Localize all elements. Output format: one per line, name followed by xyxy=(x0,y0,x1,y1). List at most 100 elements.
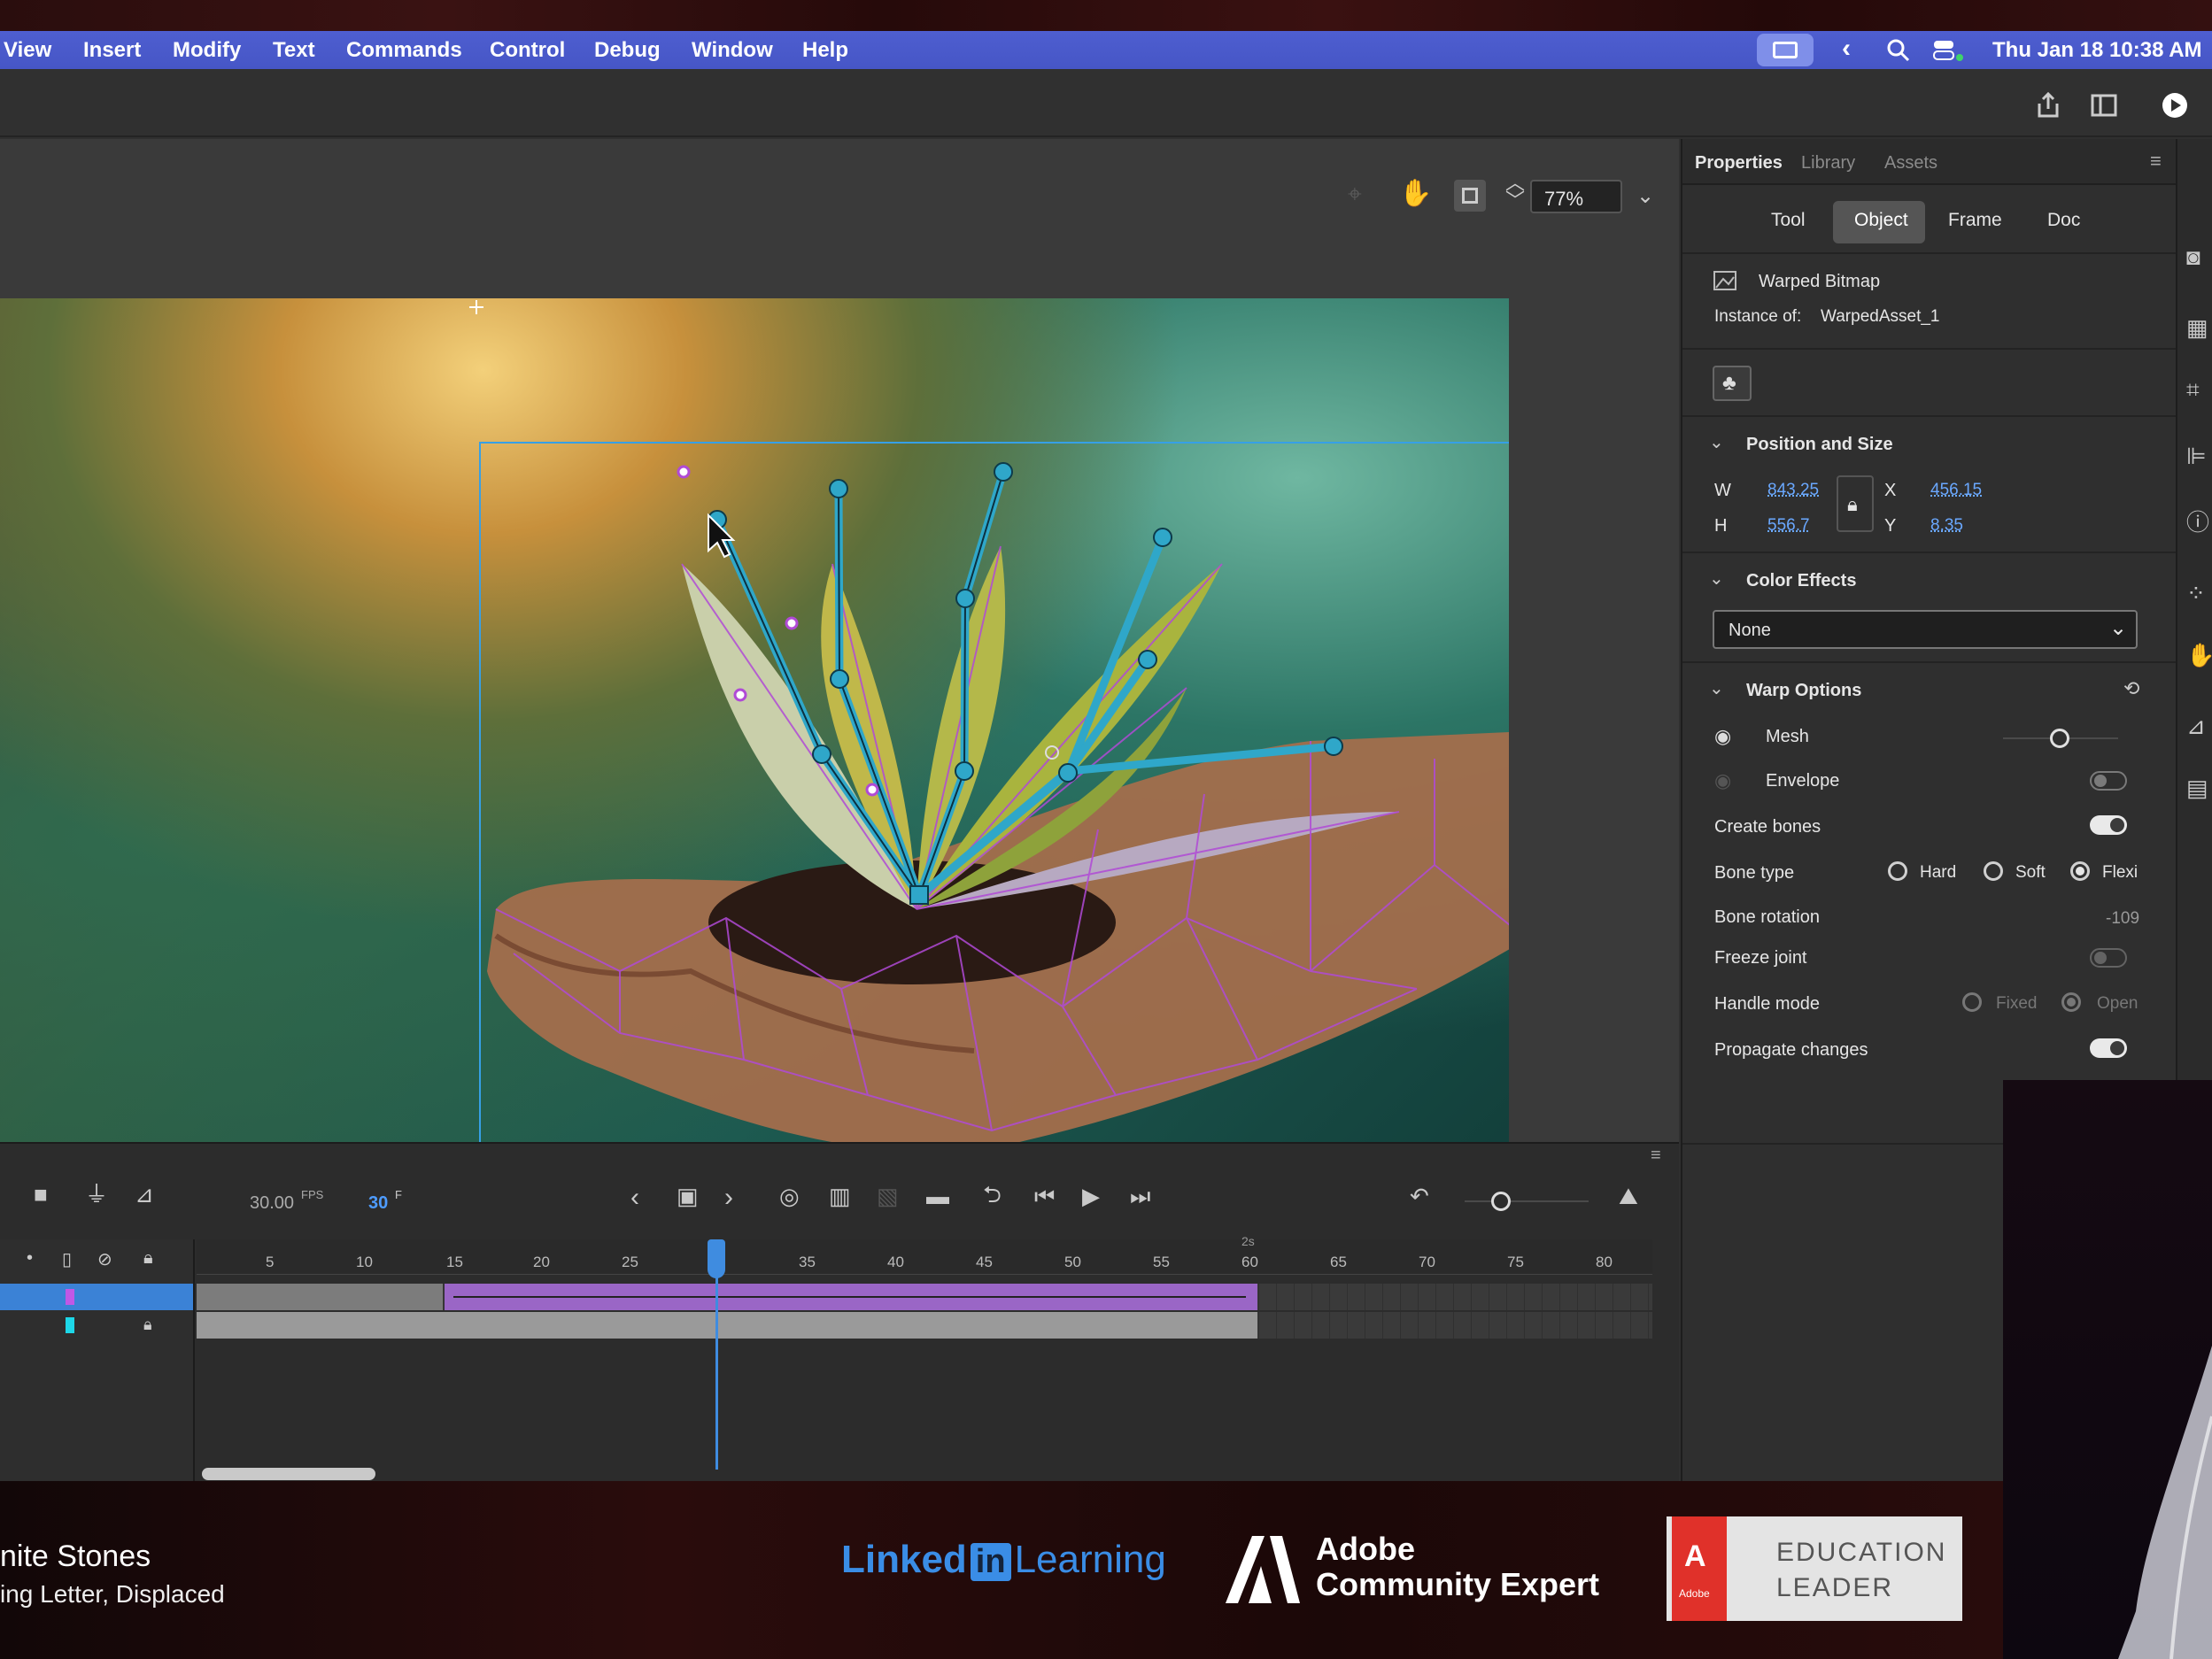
edit-multiple-icon[interactable]: ▥ xyxy=(829,1184,851,1208)
menu-modify[interactable]: Modify xyxy=(173,38,241,63)
step-forward-icon[interactable]: ⏭ xyxy=(1130,1184,1150,1208)
chevron-down-icon[interactable]: ⌄ xyxy=(1709,567,1724,590)
menu-insert[interactable]: Insert xyxy=(83,38,141,63)
tab-assets[interactable]: Assets xyxy=(1884,153,1937,174)
align-icon[interactable]: ⊫ xyxy=(2186,444,2207,467)
handle-mode-open-radio[interactable] xyxy=(2061,992,2081,1012)
subtab-frame[interactable]: Frame xyxy=(1948,210,2002,231)
ruler-20: 20 xyxy=(533,1254,550,1270)
zoom-dropdown-chevron-icon[interactable]: ⌄ xyxy=(1636,183,1654,209)
menu-control[interactable]: Control xyxy=(490,38,565,63)
insert-keyframe-icon[interactable]: ▣ xyxy=(677,1184,699,1208)
camera-icon[interactable]: ■ xyxy=(34,1183,48,1206)
publish-icon[interactable] xyxy=(2034,91,2062,120)
loop-icon[interactable]: ⮌ xyxy=(983,1183,1002,1206)
stage-area: ⌖ ✋ ︿ ﹀ 77% ⌄ xyxy=(0,139,1679,1210)
lock-icon[interactable]: 🔒︎ xyxy=(143,1316,152,1334)
graph-icon[interactable]: ⊿ xyxy=(135,1183,154,1206)
layer-row-active[interactable] xyxy=(0,1284,193,1310)
handle-mode-fixed-radio[interactable] xyxy=(1962,992,1982,1012)
layer-parenting-icon[interactable]: ⏚ xyxy=(85,1183,108,1206)
menu-debug[interactable]: Debug xyxy=(594,38,661,63)
propagate-toggle[interactable] xyxy=(2090,1038,2127,1058)
library-icon[interactable]: ▦ xyxy=(2186,316,2208,339)
layer-row[interactable]: 🔒︎ xyxy=(0,1312,193,1339)
tab-properties[interactable]: Properties xyxy=(1695,153,1783,174)
prev-keyframe-icon[interactable]: ‹ xyxy=(630,1184,639,1211)
motion-icon[interactable]: ⁘ xyxy=(2186,582,2206,605)
fps-value[interactable]: 30.00 xyxy=(250,1193,294,1214)
next-keyframe-icon[interactable]: › xyxy=(724,1184,733,1211)
w-value[interactable]: 843.25 xyxy=(1767,481,1819,500)
menu-help[interactable]: Help xyxy=(802,38,848,63)
chevron-left-icon[interactable]: ‹ xyxy=(1842,34,1851,64)
zoom-stepper-icon[interactable]: ︿ ﹀ xyxy=(1505,174,1525,211)
reset-icon[interactable]: ⟲ xyxy=(2123,677,2139,700)
warped-bitmap-artwork[interactable] xyxy=(0,298,1509,1197)
timeline-menu-icon[interactable]: ≡ xyxy=(1651,1146,1661,1166)
bone-type-hard-radio[interactable] xyxy=(1888,861,1907,881)
undo-icon[interactable]: ↶ xyxy=(1410,1184,1429,1208)
menu-commands[interactable]: Commands xyxy=(346,38,462,63)
zoom-input[interactable]: 77% xyxy=(1530,180,1622,213)
fit-icon[interactable]: ⛰ xyxy=(1619,1184,1638,1208)
playhead[interactable] xyxy=(708,1239,725,1470)
transform-icon[interactable]: ⌗ xyxy=(2186,378,2200,401)
hand-tool-icon[interactable]: ✋ xyxy=(1399,178,1432,209)
eye-hidden-icon[interactable]: ◉ xyxy=(1714,769,1731,792)
camera-icon[interactable]: ◙ xyxy=(2186,245,2200,268)
tween-span[interactable] xyxy=(445,1284,1257,1310)
bone-type-flexi-radio[interactable] xyxy=(2070,861,2090,881)
outline-icon[interactable]: ▯ xyxy=(62,1248,72,1270)
onion-skin-icon[interactable]: ◎ xyxy=(779,1184,800,1208)
x-value[interactable]: 456.15 xyxy=(1930,481,1982,500)
screen-share-icon[interactable] xyxy=(1757,34,1814,66)
graph-icon[interactable]: ⊿ xyxy=(2186,714,2206,737)
clip-canvas-icon[interactable] xyxy=(1454,180,1486,212)
create-bones-toggle[interactable] xyxy=(2090,815,2127,835)
subtab-tool[interactable]: Tool xyxy=(1771,210,1806,231)
components-icon[interactable]: ▤ xyxy=(2186,776,2208,799)
menu-view[interactable]: View xyxy=(4,38,51,63)
paste-icon[interactable]: ▧ xyxy=(877,1184,899,1208)
step-back-icon[interactable]: ⏮ xyxy=(1034,1184,1055,1208)
freeze-joint-toggle[interactable] xyxy=(2090,948,2127,968)
mesh-slider-handle[interactable] xyxy=(2050,729,2069,748)
y-value[interactable]: 8.35 xyxy=(1930,516,1963,536)
bone-rotation-value[interactable]: -109 xyxy=(2106,909,2139,929)
hide-icon[interactable]: ⊘ xyxy=(97,1248,112,1270)
timeline-zoom-track[interactable] xyxy=(1465,1200,1589,1202)
play-icon[interactable]: ▶ xyxy=(1082,1184,1100,1208)
tween-icon[interactable]: ▬ xyxy=(926,1184,949,1208)
test-movie-icon[interactable] xyxy=(2161,91,2189,120)
subtab-doc[interactable]: Doc xyxy=(2047,210,2080,231)
stage-canvas[interactable] xyxy=(0,298,1509,1197)
panel-menu-icon[interactable]: ≡ xyxy=(2150,150,2162,173)
current-frame[interactable]: 30 xyxy=(368,1193,388,1214)
workspace-icon[interactable] xyxy=(2090,93,2118,118)
timeline-scrollbar[interactable] xyxy=(202,1468,375,1480)
control-center-icon[interactable] xyxy=(1932,38,1964,63)
color-effect-select[interactable]: None ⌄ xyxy=(1713,610,2138,649)
lock-ratio-button[interactable]: 🔒︎ xyxy=(1837,475,1874,532)
warp-tool-button[interactable]: ♣ xyxy=(1713,366,1752,401)
search-icon[interactable] xyxy=(1886,38,1911,63)
lock-all-icon[interactable]: 🔒︎ xyxy=(143,1248,153,1269)
menu-window[interactable]: Window xyxy=(692,38,773,63)
tab-library[interactable]: Library xyxy=(1801,153,1855,174)
frame-row-1[interactable] xyxy=(197,1284,1652,1310)
envelope-toggle[interactable] xyxy=(2090,771,2127,791)
chevron-down-icon[interactable]: ⌄ xyxy=(1709,431,1724,453)
frame-row-2[interactable] xyxy=(197,1312,1652,1339)
menu-text[interactable]: Text xyxy=(273,38,315,63)
bone-type-soft-radio[interactable] xyxy=(1984,861,2003,881)
timeline-zoom-handle[interactable] xyxy=(1491,1192,1511,1211)
frames-area[interactable]: 5 10 15 20 25 35 40 45 50 55 60 2s 65 70… xyxy=(197,1234,1652,1483)
info-icon[interactable]: ⓘ xyxy=(2186,511,2209,534)
h-value[interactable]: 556.7 xyxy=(1767,516,1810,536)
snap-icon[interactable]: ⌖ xyxy=(1348,180,1362,209)
subtab-object[interactable]: Object xyxy=(1854,210,1908,231)
eye-icon[interactable]: ◉ xyxy=(1714,725,1731,748)
hand-icon[interactable]: ✋ xyxy=(2186,644,2212,667)
chevron-down-icon[interactable]: ⌄ xyxy=(1709,677,1724,699)
